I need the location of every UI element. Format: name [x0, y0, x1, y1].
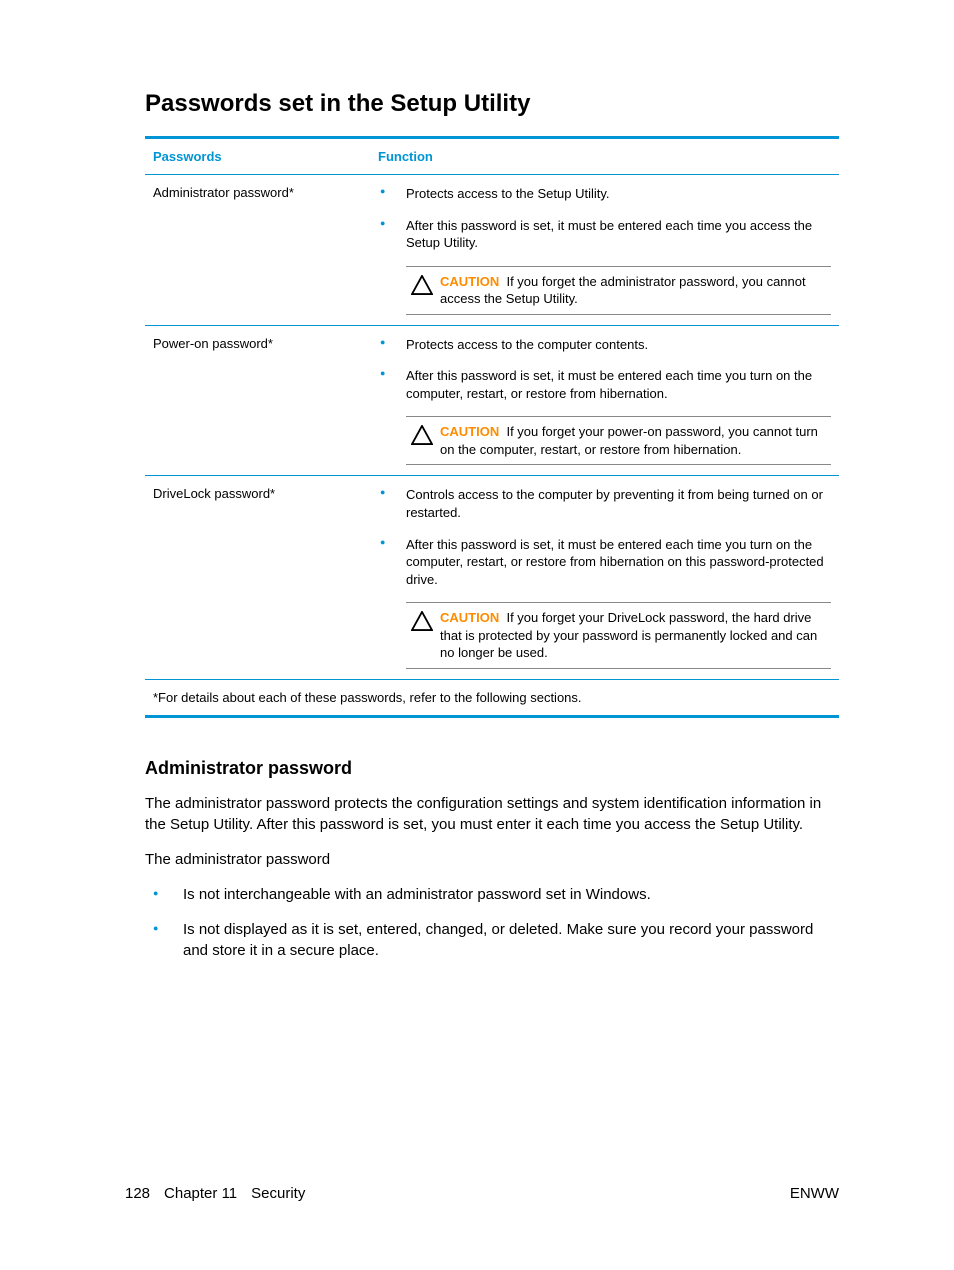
chapter-label: Chapter 11 — [164, 1185, 237, 1202]
password-name: DriveLock password* — [145, 476, 370, 679]
page-footer: 128 Chapter 11 Security ENWW — [125, 1185, 839, 1202]
list-item: Is not interchangeable with an administr… — [145, 884, 839, 905]
caution-label: CAUTION — [440, 274, 499, 289]
password-function: Controls access to the computer by preve… — [370, 476, 839, 679]
caution-icon — [410, 423, 440, 445]
caution-box: CAUTION If you forget your power-on pass… — [406, 416, 831, 465]
caution-label: CAUTION — [440, 424, 499, 439]
th-function: Function — [370, 138, 839, 175]
caution-icon — [410, 609, 440, 631]
list-item: Protects access to the computer contents… — [378, 336, 831, 354]
list-item: After this password is set, it must be e… — [378, 217, 831, 252]
caution-icon — [410, 273, 440, 295]
page-title: Passwords set in the Setup Utility — [145, 90, 839, 118]
list-item: Controls access to the computer by preve… — [378, 486, 831, 521]
body-paragraph: The administrator password — [145, 849, 839, 870]
caution-box: CAUTION If you forget your DriveLock pas… — [406, 602, 831, 669]
password-name: Power-on password* — [145, 325, 370, 476]
table-row: Administrator password* Protects access … — [145, 175, 839, 326]
footer-right: ENWW — [790, 1185, 839, 1202]
table-footnote-row: *For details about each of these passwor… — [145, 679, 839, 716]
list-item: After this password is set, it must be e… — [378, 536, 831, 589]
password-name: Administrator password* — [145, 175, 370, 326]
table-footnote: *For details about each of these passwor… — [145, 679, 839, 716]
password-function: Protects access to the computer contents… — [370, 325, 839, 476]
list-item: Protects access to the Setup Utility. — [378, 185, 831, 203]
th-passwords: Passwords — [145, 138, 370, 175]
section-label: Security — [251, 1185, 305, 1202]
password-function: Protects access to the Setup Utility. Af… — [370, 175, 839, 326]
caution-label: CAUTION — [440, 610, 499, 625]
caution-box: CAUTION If you forget the administrator … — [406, 266, 831, 315]
section-heading: Administrator password — [145, 758, 839, 779]
table-row: DriveLock password* Controls access to t… — [145, 476, 839, 679]
passwords-table: Passwords Function Administrator passwor… — [145, 136, 839, 718]
page-number: 128 — [125, 1185, 150, 1202]
table-row: Power-on password* Protects access to th… — [145, 325, 839, 476]
list-item: After this password is set, it must be e… — [378, 367, 831, 402]
body-paragraph: The administrator password protects the … — [145, 793, 839, 835]
list-item: Is not displayed as it is set, entered, … — [145, 919, 839, 961]
